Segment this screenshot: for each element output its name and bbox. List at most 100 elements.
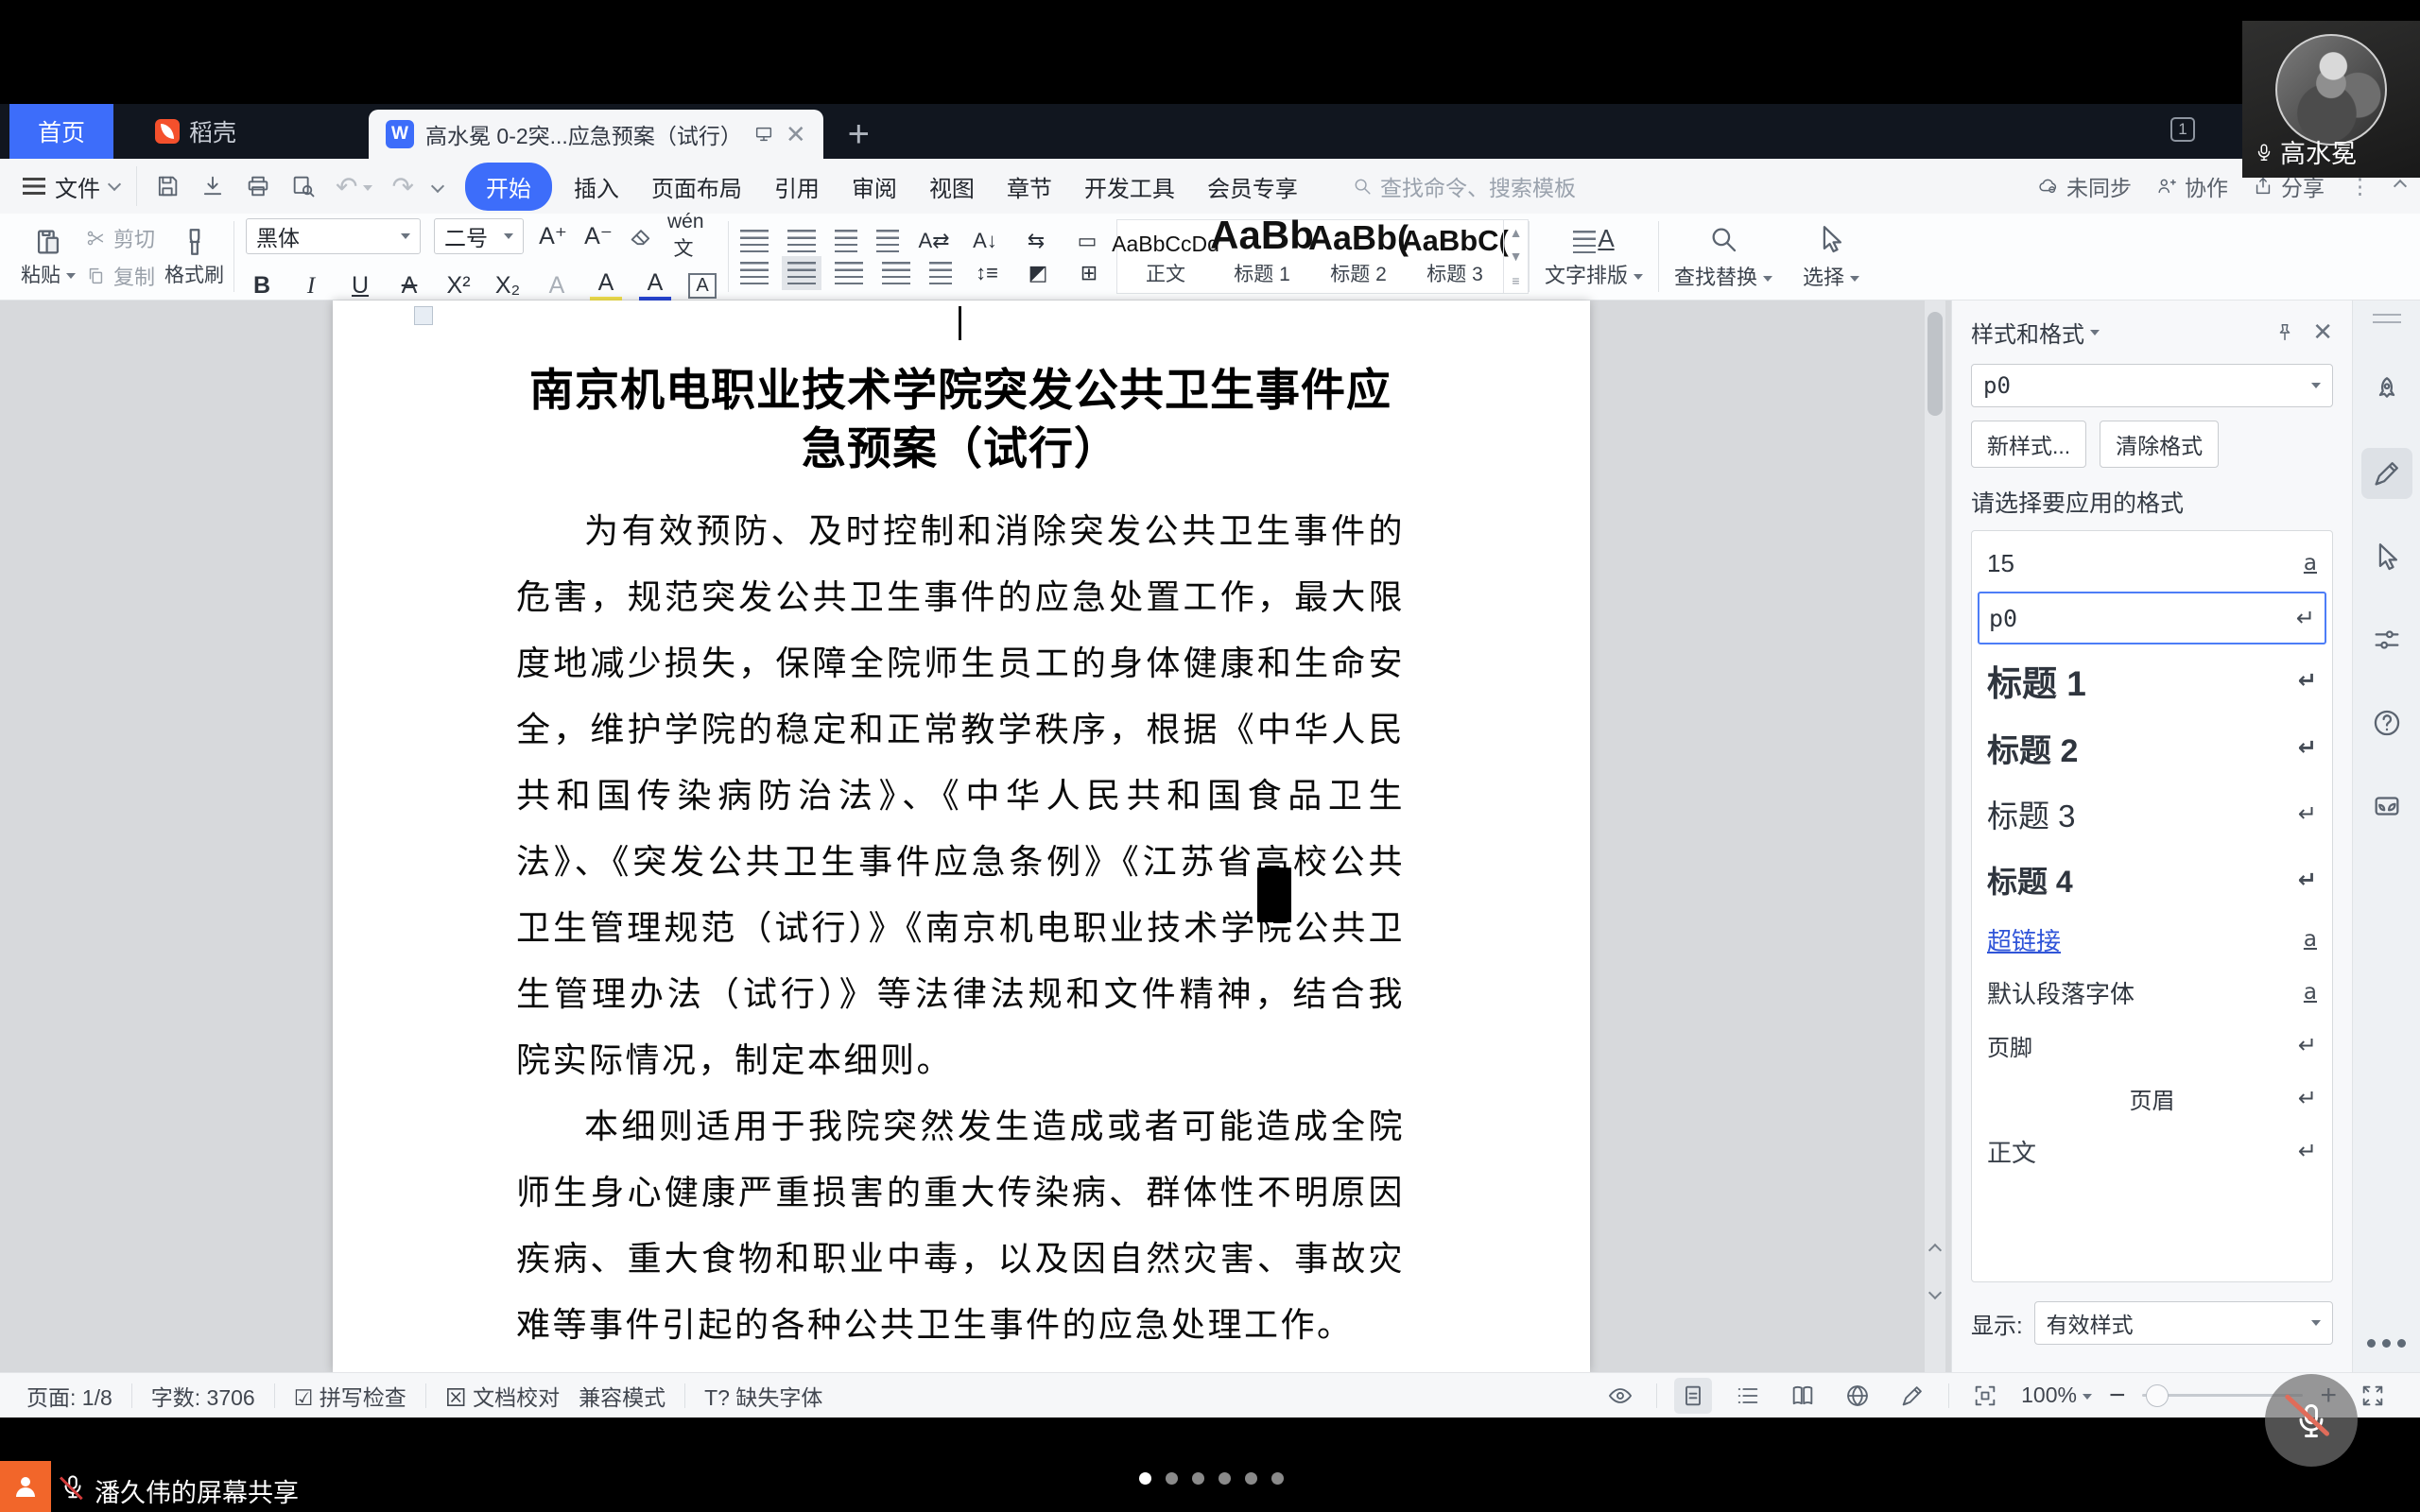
style-item-body-text[interactable]: 正文 ↵ — [1972, 1125, 2332, 1177]
read-mode-button[interactable] — [1784, 1378, 1822, 1414]
page-indicator[interactable]: 页面: 1/8 — [26, 1380, 112, 1412]
participant-video-tile[interactable]: 高水冕 — [2242, 21, 2420, 178]
style-heading1[interactable]: AaBb 标题 1 — [1214, 220, 1310, 293]
print-preview-icon[interactable] — [290, 173, 317, 199]
page-view-button[interactable] — [1674, 1378, 1712, 1414]
sync-status[interactable]: 未同步 — [2038, 170, 2132, 202]
font-size-select[interactable]: 二号 — [434, 218, 524, 254]
prev-page-button[interactable] — [1925, 1246, 1945, 1255]
missing-font-indicator[interactable]: T? 缺失字体 — [704, 1380, 822, 1412]
spell-check-toggle[interactable]: ☑ 拼写检查 — [294, 1380, 406, 1412]
document-paragraph-1[interactable]: 为有效预防、及时控制和消除突发公共卫生事件的危害，规范突发公共卫生事件的应急处置… — [516, 499, 1405, 1094]
menu-item-insert[interactable]: 插入 — [558, 163, 635, 211]
decrease-indent-icon[interactable] — [835, 230, 857, 252]
scrollbar-thumb[interactable] — [1927, 312, 1943, 416]
sort-icon[interactable]: A↓ — [969, 229, 1001, 253]
vertical-scrollbar[interactable] — [1925, 301, 1945, 1372]
compat-mode-indicator[interactable]: 兼容模式 — [579, 1380, 666, 1412]
styles-panel-button[interactable] — [2361, 448, 2412, 499]
word-count[interactable]: 字数: 3706 — [151, 1380, 255, 1412]
borders-icon[interactable]: ⊞ — [1073, 261, 1105, 285]
style-item-hyperlink[interactable]: 超链接 a — [1972, 913, 2332, 966]
font-color-button[interactable]: A — [639, 269, 671, 302]
numbered-list-icon[interactable] — [787, 230, 816, 252]
subscript-button[interactable]: X₂ — [492, 272, 524, 300]
paste-button[interactable]: 粘贴 — [21, 226, 76, 288]
menu-item-home[interactable]: 开始 — [465, 163, 552, 211]
increase-indent-icon[interactable] — [876, 230, 899, 252]
style-item-heading3[interactable]: 标题 3 ↵ — [1972, 781, 2332, 847]
collaborate-button[interactable]: 协作 — [2156, 170, 2228, 202]
panel-title[interactable]: 样式和格式 — [1971, 316, 2100, 349]
text-direction-icon[interactable]: ⇆ — [1020, 229, 1052, 253]
document-title[interactable]: 南京机电职业技术学院突发公共卫生事件应急预案（试行） — [516, 361, 1405, 478]
rail-drag-handle[interactable] — [2373, 314, 2401, 323]
menu-item-dev-tools[interactable]: 开发工具 — [1068, 163, 1191, 211]
select-tool-button[interactable] — [2361, 531, 2412, 582]
tab-document[interactable]: W 高水冕 0-2突...应急预案（试行） ✕ — [369, 110, 823, 159]
file-menu[interactable]: 文件 — [0, 170, 136, 203]
distribute-icon[interactable] — [929, 262, 952, 284]
tab-close-icon[interactable]: ✕ — [786, 120, 806, 149]
style-item-header[interactable]: 页眉 ↵ — [1972, 1072, 2332, 1125]
underline-button[interactable]: U — [344, 272, 376, 300]
menu-item-section[interactable]: 章节 — [991, 163, 1068, 211]
next-page-button[interactable] — [1925, 1288, 1945, 1297]
menu-item-review[interactable]: 审阅 — [836, 163, 913, 211]
superscript-button[interactable]: X² — [442, 272, 475, 300]
show-filter-select[interactable]: 有效样式 — [2034, 1301, 2333, 1345]
export-icon[interactable] — [199, 173, 226, 199]
menu-item-references[interactable]: 引用 — [758, 163, 836, 211]
document-paragraph-2[interactable]: 本细则适用于我院突然发生造成或者可能造成全院师生身心健康严重损害的重大传染病、群… — [516, 1094, 1405, 1359]
bold-button[interactable]: B — [246, 272, 278, 300]
align-left-icon[interactable] — [740, 262, 769, 284]
select-button[interactable]: 选择 — [1788, 214, 1875, 300]
style-item-heading1[interactable]: 标题 1 ↵ — [1972, 646, 2332, 714]
customize-toolbar-icon[interactable] — [431, 180, 444, 193]
character-scale-icon[interactable]: A⇄ — [918, 229, 950, 253]
new-tab-button[interactable]: + — [848, 110, 870, 159]
style-item-default-font[interactable]: 默认段落字体 a — [1972, 966, 2332, 1019]
eye-protection-button[interactable] — [1601, 1378, 1639, 1414]
format-painter-button[interactable]: 格式刷 — [164, 226, 224, 288]
align-right-icon[interactable] — [835, 262, 863, 284]
zoom-out-button[interactable]: − — [2109, 1380, 2126, 1412]
menu-item-view[interactable]: 视图 — [913, 163, 991, 211]
clear-format-button[interactable]: 清除格式 — [2100, 421, 2219, 468]
panel-close-icon[interactable]: ✕ — [2312, 318, 2333, 347]
style-item-heading4[interactable]: 标题 4 ↵ — [1972, 847, 2332, 913]
find-replace-button[interactable]: 查找替换 — [1659, 214, 1788, 300]
rail-more-dots[interactable] — [2367, 1339, 2406, 1348]
current-style-select[interactable]: p0 — [1971, 364, 2333, 407]
resource-button[interactable] — [2361, 781, 2412, 832]
settings-button[interactable] — [2361, 614, 2412, 665]
line-spacing-icon[interactable]: ↕≡ — [971, 261, 1003, 285]
cut-button[interactable]: 剪切 — [85, 223, 155, 253]
grow-font-button[interactable]: A⁺ — [537, 222, 569, 250]
outline-view-button[interactable] — [1729, 1378, 1767, 1414]
print-icon[interactable] — [245, 173, 271, 199]
copy-button[interactable]: 复制 — [85, 261, 155, 291]
fullscreen-button[interactable] — [2354, 1378, 2392, 1414]
pin-icon[interactable] — [2274, 322, 2295, 343]
text-layout-button[interactable]: A 文字排版 — [1530, 214, 1658, 300]
style-heading3[interactable]: AaBbC( 标题 3 — [1407, 220, 1503, 293]
style-heading2[interactable]: AaBb( 标题 2 — [1310, 220, 1407, 293]
style-item-footer[interactable]: 页脚 ↵ — [1972, 1019, 2332, 1072]
style-gallery-scroll[interactable]: ▲▼≡ — [1503, 220, 1528, 293]
help-button[interactable] — [2361, 697, 2412, 748]
strikethrough-button[interactable]: A — [393, 272, 425, 300]
menu-item-member[interactable]: 会员专享 — [1191, 163, 1314, 211]
mute-toggle-button[interactable] — [2265, 1374, 2358, 1467]
font-name-select[interactable]: 黑体 — [246, 218, 421, 254]
clear-format-icon[interactable] — [628, 223, 654, 249]
ruler-icon[interactable]: ▭ — [1071, 229, 1103, 253]
justify-icon[interactable] — [882, 262, 910, 284]
tab-docer[interactable]: 稻壳 — [129, 104, 263, 159]
page-dots[interactable] — [1139, 1472, 1284, 1485]
style-item-15[interactable]: 15 a — [1972, 537, 2332, 590]
edit-mode-button[interactable] — [1893, 1378, 1931, 1414]
tab-home[interactable]: 首页 — [9, 104, 113, 159]
zoom-slider-knob[interactable] — [2146, 1384, 2169, 1407]
save-icon[interactable] — [154, 173, 181, 199]
